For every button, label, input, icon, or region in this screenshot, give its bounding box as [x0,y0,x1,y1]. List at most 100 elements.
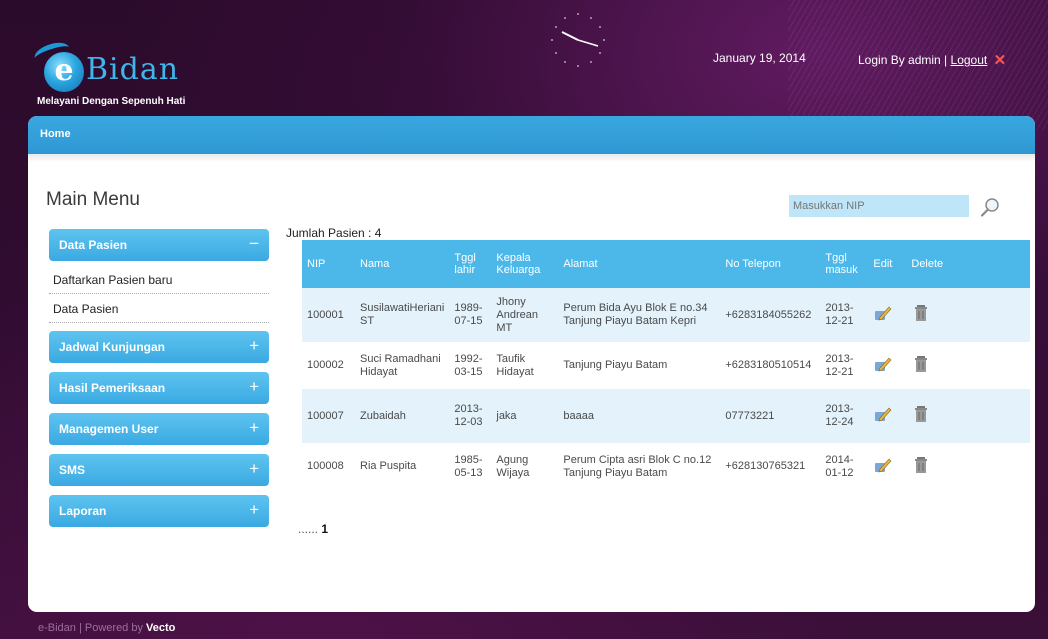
sidebar-menu: Data Pasien − Daftarkan Pasien baru Data… [49,229,269,536]
cell-no-telepon: +628130765321 [725,460,806,472]
pagination: ...... 1 [298,522,328,536]
cell-alamat: baaaa [563,409,594,422]
cell-tggl-masuk: 2014-01-12 [825,453,854,479]
logo-e-icon: e [44,52,84,92]
col-tggl-lahir: Tggl lahir [454,252,476,276]
cell-tggl-lahir: 2013-12-03 [454,403,483,428]
cell-tggl-masuk: 2013-12-21 [825,352,854,378]
trash-icon[interactable] [911,354,931,374]
table-row: 100008 Ria Puspita 1985-05-13 Agung Wija… [302,443,1030,490]
cell-tggl-lahir: 1985-05-13 [454,453,483,479]
login-info: Login By admin | Logout ✕ [858,51,1006,69]
current-date: January 19, 2014 [713,51,806,65]
trash-icon[interactable] [911,404,931,424]
col-nip: NIP [307,258,326,270]
edit-pencil-icon[interactable] [873,404,893,424]
cell-delete [906,342,1030,389]
cell-alamat: Perum Bida Ayu Blok E no.34 Tanjung Piay… [563,302,708,327]
cell-alamat: Perum Cipta asri Blok C no.12 Tanjung Pi… [563,453,712,479]
menu-managemen-user[interactable]: Managemen User + [49,413,269,445]
table-row: 100001 SusilawatiHeriani ST 1989-07-15 J… [302,288,1030,342]
col-delete: Delete [911,258,944,270]
cell-edit [868,443,906,490]
menu-hasil-pemeriksaan-label: Hasil Pemeriksaan [59,381,166,395]
cell-delete [906,389,1030,443]
main-panel: Home Main Menu Data Pasien − Daftarkan P… [28,116,1035,612]
col-kepala-keluarga: Kepala Keluarga [496,252,541,276]
edit-pencil-icon[interactable] [873,455,893,475]
menu-hasil-pemeriksaan[interactable]: Hasil Pemeriksaan + [49,372,269,404]
main-menu-title: Main Menu [46,189,140,210]
cell-nama: Ria Puspita [360,460,417,472]
nav-home-link[interactable]: Home [40,128,71,140]
cell-no-telepon: +6283184055262 [725,308,812,321]
cell-no-telepon: 07773221 [725,409,775,422]
cell-edit [868,342,906,389]
trash-icon[interactable] [911,303,931,323]
expand-icon[interactable]: + [249,377,259,397]
footer: e-Bidan | Powered by Vecto [38,622,175,634]
collapse-icon[interactable]: − [249,234,259,254]
menu-data-pasien[interactable]: Data Pasien − [49,229,269,261]
search-nip-input[interactable] [789,195,969,217]
app-logo[interactable]: e Bidan Melayani Dengan Sepenuh Hati [32,38,254,108]
cell-tggl-lahir: 1992-03-15 [454,352,483,378]
col-tggl-masuk: Tggl masuk [825,252,858,276]
cell-nama: SusilawatiHeriani ST [360,302,445,327]
cell-alamat: Tanjung Piayu Batam [563,359,668,371]
cell-tggl-lahir: 1989-07-15 [454,302,483,327]
cell-nip: 100008 [307,460,344,472]
edit-pencil-icon[interactable] [873,303,893,323]
cell-kepala-keluarga: jaka [496,409,517,422]
patient-table: NIP Nama Tggl lahir Kepala Keluarga Alam… [302,240,1030,490]
expand-icon[interactable]: + [249,459,259,479]
expand-icon[interactable]: + [249,336,259,356]
logo-wordmark: Bidan [86,52,180,87]
expand-icon[interactable]: + [249,500,259,520]
cell-nip: 100001 [307,308,344,321]
table-header-row: NIP Nama Tggl lahir Kepala Keluarga Alam… [302,240,1030,288]
menu-sms[interactable]: SMS + [49,454,269,486]
cell-kepala-keluarga: Taufik Hidayat [496,352,534,378]
cell-edit [868,389,906,443]
menu-laporan-label: Laporan [59,504,107,518]
menu-jadwal-kunjungan[interactable]: Jadwal Kunjungan + [49,331,269,363]
top-navbar: Home [28,116,1035,154]
cell-kepala-keluarga: Agung Wijaya [496,453,530,479]
col-no-telepon: No Telepon [725,258,781,270]
logout-close-icon[interactable]: ✕ [994,52,1007,69]
logout-link[interactable]: Logout [951,53,988,67]
pager-dots: ...... [298,522,319,536]
cell-delete [906,288,1030,342]
pager-page-1[interactable]: 1 [321,522,328,536]
trash-icon[interactable] [911,455,931,475]
menu-sms-label: SMS [59,463,86,477]
search-icon[interactable] [979,196,1001,218]
cell-nama: Zubaidah [360,409,406,422]
cell-delete [906,443,1030,490]
cell-no-telepon: +6283180510514 [725,359,812,371]
submenu-daftarkan-pasien[interactable]: Daftarkan Pasien baru [49,265,269,294]
submenu-data-pasien[interactable]: Data Pasien [49,294,269,323]
data-pasien-submenu: Daftarkan Pasien baru Data Pasien [49,265,269,323]
col-edit: Edit [873,258,893,270]
cell-tggl-masuk: 2013-12-24 [825,403,854,428]
cell-kepala-keluarga: Jhony Andrean MT [496,295,538,334]
menu-laporan[interactable]: Laporan + [49,495,269,527]
login-user-text: Login By admin | [858,53,948,67]
navbar-shadow [28,154,1035,162]
footer-brand-link[interactable]: Vecto [146,622,175,634]
clock-icon [551,13,605,67]
table-row: 100007 Zubaidah 2013-12-03 jaka baaaa 07… [302,389,1030,443]
cell-nip: 100007 [307,409,344,422]
table-row: 100002 Suci Ramadhani Hidayat 1992-03-15… [302,342,1030,389]
expand-icon[interactable]: + [249,418,259,438]
cell-edit [868,288,906,342]
edit-pencil-icon[interactable] [873,354,893,374]
menu-data-pasien-label: Data Pasien [59,238,128,252]
col-nama: Nama [360,258,390,270]
menu-jadwal-kunjungan-label: Jadwal Kunjungan [59,340,166,354]
menu-managemen-user-label: Managemen User [59,422,159,436]
patient-count: Jumlah Pasien : 4 [286,226,382,240]
footer-text: e-Bidan | Powered by [38,622,143,634]
